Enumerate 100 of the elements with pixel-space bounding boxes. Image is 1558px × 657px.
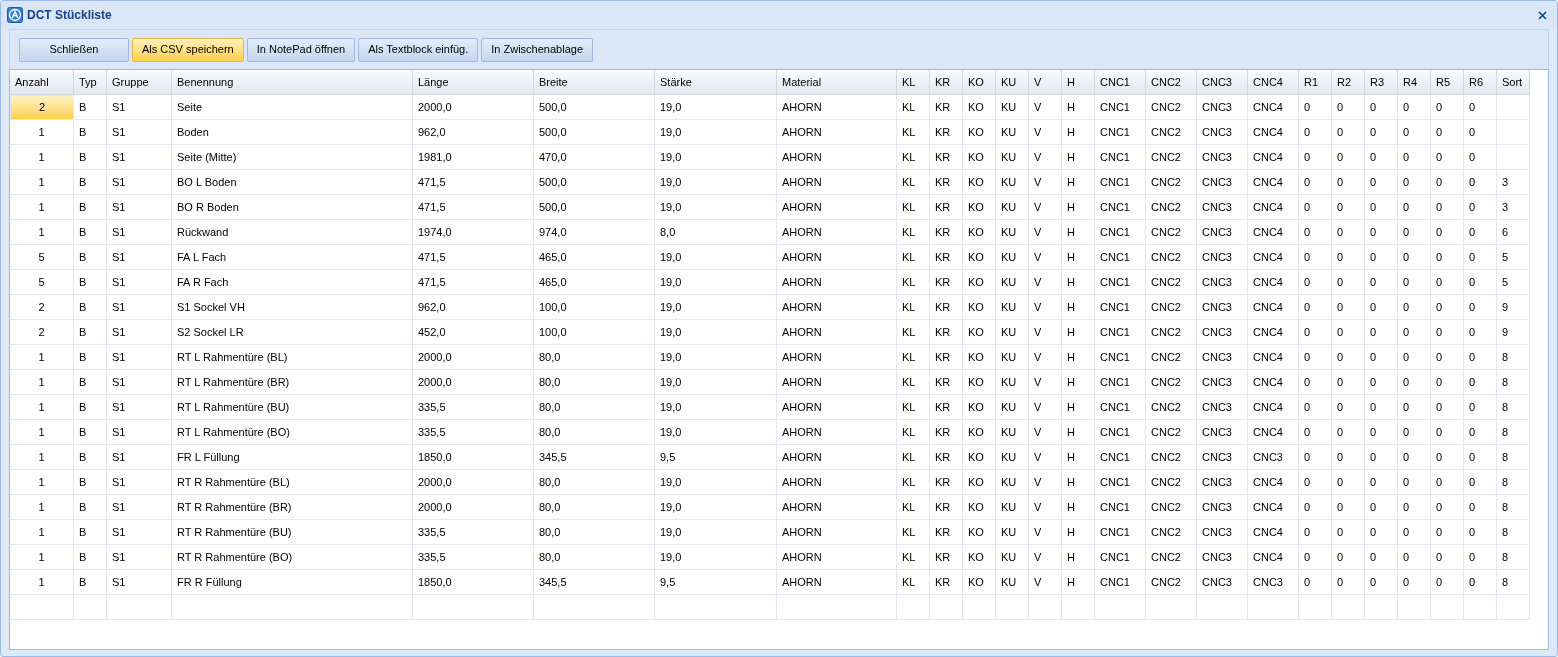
table-cell: Boden	[172, 120, 413, 145]
close-icon[interactable]	[1538, 10, 1547, 20]
table-cell: B	[74, 420, 107, 445]
column-header[interactable]: CNC2	[1146, 70, 1197, 95]
table-cell: S1 Sockel VH	[172, 295, 413, 320]
column-header[interactable]: R4	[1398, 70, 1431, 95]
table-cell: CNC2	[1146, 270, 1197, 295]
column-header[interactable]: Gruppe	[107, 70, 172, 95]
column-header[interactable]: CNC3	[1197, 70, 1248, 95]
column-header[interactable]: V	[1029, 70, 1062, 95]
table-cell: H	[1062, 145, 1095, 170]
table-cell: AHORN	[777, 395, 897, 420]
table-cell: B	[74, 320, 107, 345]
column-header[interactable]: KO	[963, 70, 996, 95]
table-cell: V	[1029, 320, 1062, 345]
table-cell: AHORN	[777, 145, 897, 170]
table-cell: CNC3	[1197, 520, 1248, 545]
table-cell: H	[1062, 170, 1095, 195]
table-cell: 0	[1332, 195, 1365, 220]
table-cell: 0	[1332, 320, 1365, 345]
column-header[interactable]: Typ	[74, 70, 107, 95]
table-cell: S1	[107, 270, 172, 295]
column-header[interactable]: R6	[1464, 70, 1497, 95]
column-header[interactable]: R5	[1431, 70, 1464, 95]
table-cell: H	[1062, 345, 1095, 370]
table-cell: 0	[1332, 145, 1365, 170]
empty-cell	[1248, 595, 1299, 620]
table-cell: 1	[10, 420, 74, 445]
table-cell: 0	[1431, 445, 1464, 470]
table-cell: KL	[897, 470, 930, 495]
column-header[interactable]: KR	[930, 70, 963, 95]
table-cell: CNC2	[1146, 545, 1197, 570]
table-cell: AHORN	[777, 570, 897, 595]
column-header[interactable]: R3	[1365, 70, 1398, 95]
table-cell: 962,0	[413, 295, 534, 320]
toolbar-button[interactable]: Schließen	[19, 37, 129, 62]
table-cell: 0	[1431, 195, 1464, 220]
table-cell: RT R Rahmentüre (BR)	[172, 495, 413, 520]
table-cell: S1	[107, 245, 172, 270]
column-header[interactable]: KU	[996, 70, 1029, 95]
empty-cell	[897, 595, 930, 620]
table-cell: KL	[897, 295, 930, 320]
column-header[interactable]: Benennung	[172, 70, 413, 95]
table-cell: 19,0	[655, 520, 777, 545]
column-header[interactable]: R2	[1332, 70, 1365, 95]
table-cell: KU	[996, 295, 1029, 320]
table-cell: RT R Rahmentüre (BU)	[172, 520, 413, 545]
column-header[interactable]: H	[1062, 70, 1095, 95]
empty-cell	[1365, 595, 1398, 620]
column-header[interactable]: R1	[1299, 70, 1332, 95]
table-cell: CNC4	[1248, 545, 1299, 570]
column-header[interactable]: CNC1	[1095, 70, 1146, 95]
table-cell: AHORN	[777, 170, 897, 195]
table-cell: KO	[963, 120, 996, 145]
table-cell: CNC3	[1197, 120, 1248, 145]
table-cell: 80,0	[534, 495, 655, 520]
column-header[interactable]: Breite	[534, 70, 655, 95]
table-cell: CNC4	[1248, 470, 1299, 495]
table-cell: CNC2	[1146, 320, 1197, 345]
table-cell: 0	[1431, 495, 1464, 520]
table-cell: 500,0	[534, 170, 655, 195]
table-cell: CNC1	[1095, 195, 1146, 220]
table-cell	[1497, 145, 1530, 170]
table-cell: 0	[1365, 445, 1398, 470]
table-cell: 100,0	[534, 295, 655, 320]
table-cell: CNC2	[1146, 495, 1197, 520]
table-cell: 0	[1398, 220, 1431, 245]
column-header[interactable]: Sort	[1497, 70, 1530, 95]
table-cell: 3	[1497, 170, 1530, 195]
toolbar-button[interactable]: In Zwischenablage	[481, 37, 593, 62]
table-cell: S1	[107, 120, 172, 145]
table-cell: 0	[1299, 95, 1332, 120]
toolbar-button[interactable]: Als Textblock einfüg.	[358, 37, 479, 62]
column-header[interactable]: Material	[777, 70, 897, 95]
column-header[interactable]: CNC4	[1248, 70, 1299, 95]
column-header[interactable]: KL	[897, 70, 930, 95]
table-cell: 0	[1431, 370, 1464, 395]
table-cell: CNC1	[1095, 295, 1146, 320]
table-cell: 0	[1398, 520, 1431, 545]
table-cell: 80,0	[534, 420, 655, 445]
table-cell: CNC3	[1197, 170, 1248, 195]
toolbar-button[interactable]: Als CSV speichern	[132, 37, 244, 62]
table-cell: 5	[1497, 270, 1530, 295]
table-cell: CNC2	[1146, 195, 1197, 220]
table-cell: 80,0	[534, 470, 655, 495]
column-header[interactable]: Stärke	[655, 70, 777, 95]
table-cell: KU	[996, 320, 1029, 345]
table-cell: V	[1029, 345, 1062, 370]
column-header[interactable]: Länge	[413, 70, 534, 95]
column-header[interactable]: Anzahl	[10, 70, 74, 95]
table-cell: KL	[897, 95, 930, 120]
table-cell: H	[1062, 420, 1095, 445]
table-cell: CNC2	[1146, 120, 1197, 145]
table-cell: 8	[1497, 345, 1530, 370]
toolbar-button[interactable]: In NotePad öffnen	[246, 37, 356, 62]
empty-cell	[107, 595, 172, 620]
table-cell: 0	[1464, 470, 1497, 495]
table-cell: S1	[107, 220, 172, 245]
window-title: DCT Stückliste	[27, 7, 112, 24]
table-cell: KU	[996, 370, 1029, 395]
